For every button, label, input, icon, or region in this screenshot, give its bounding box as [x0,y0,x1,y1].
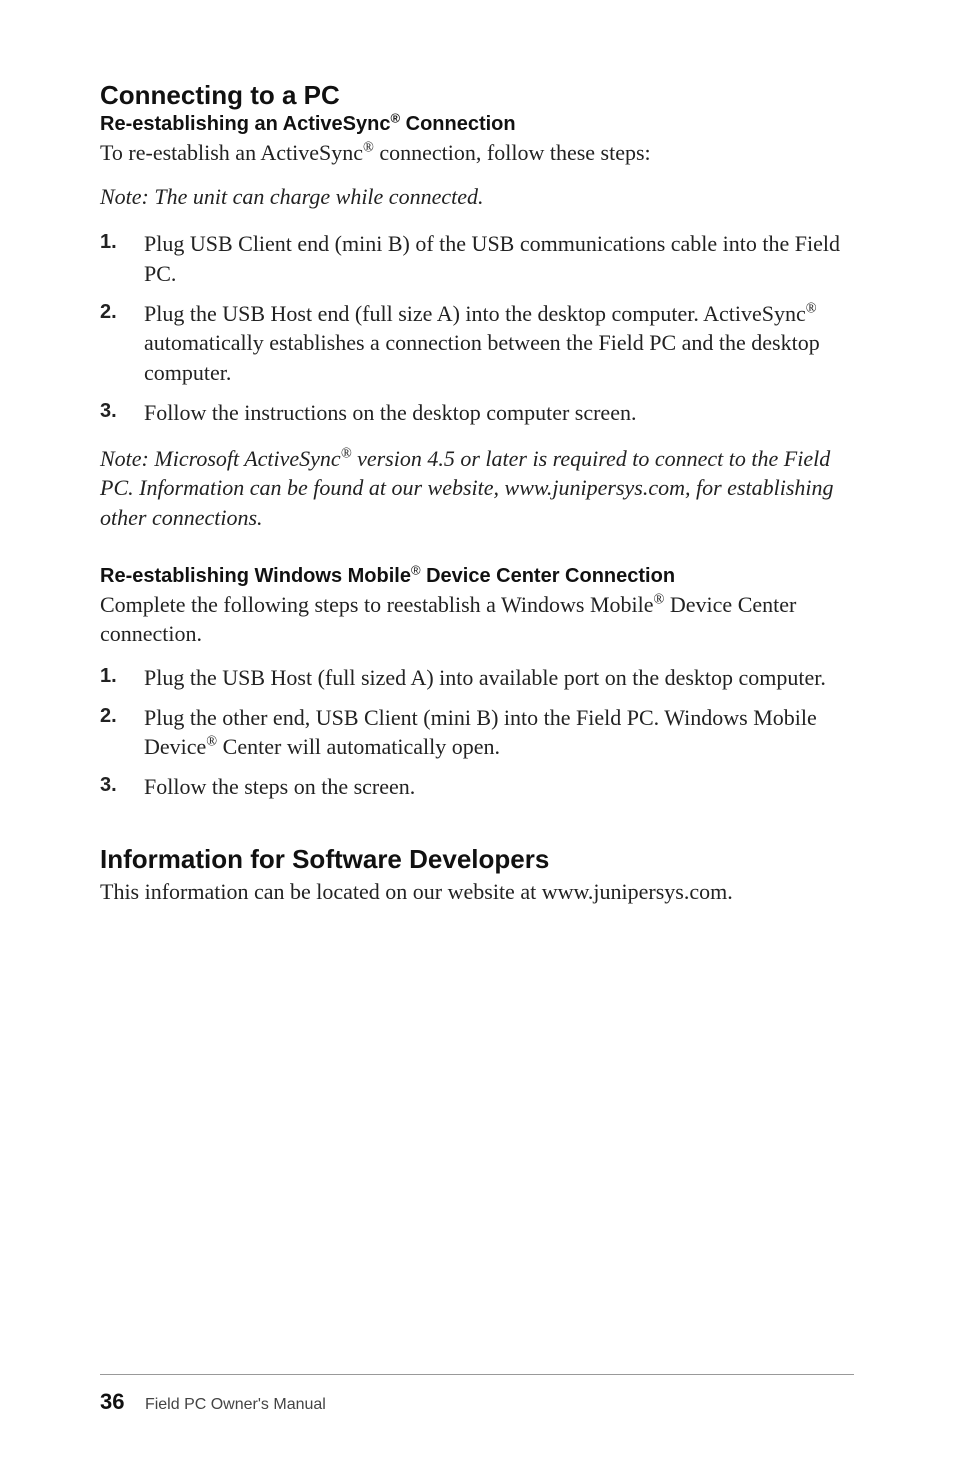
heading-connecting-to-pc: Connecting to a PC [100,80,854,111]
steps-windows-mobile: Plug the USB Host (full sized A) into av… [100,663,854,802]
reg-mark: ® [341,445,352,461]
step-text-post: automatically establishes a connection b… [144,330,820,385]
subheading-text-pre: Re-establishing Windows Mobile [100,565,411,587]
reg-mark: ® [206,734,217,750]
body-software-developers: This information can be located on our w… [100,877,854,907]
subheading-text-post: Connection [400,113,516,135]
subheading-windows-mobile: Re-establishing Windows Mobile® Device C… [100,565,854,588]
step-text-pre: Plug the USB Host end (full size A) into… [144,301,806,326]
list-item: Follow the steps on the screen. [100,772,854,802]
subheading-text-pre: Re-establishing an ActiveSync [100,113,390,135]
heading-software-developers: Information for Software Developers [100,844,854,875]
note-text-pre: Note: Microsoft ActiveSync [100,446,341,471]
intro-activesync: To re-establish an ActiveSync® connectio… [100,138,854,168]
subheading-activesync: Re-establishing an ActiveSync® Connectio… [100,113,854,136]
note-charge-while-connected: Note: The unit can charge while connecte… [100,182,854,212]
intro-text-pre: Complete the following steps to reestabl… [100,592,654,617]
intro-text-pre: To re-establish an ActiveSync [100,140,363,165]
page-container: Connecting to a PC Re-establishing an Ac… [0,0,954,1475]
step-text-post: Center will automatically open. [217,734,500,759]
list-item: Plug USB Client end (mini B) of the USB … [100,229,854,288]
manual-title: Field PC Owner's Manual [145,1396,326,1413]
page-number: 36 [100,1389,124,1414]
list-item: Plug the USB Host (full sized A) into av… [100,663,854,693]
reg-mark: ® [363,140,374,156]
reg-mark: ® [411,565,421,587]
reg-mark: ® [390,110,400,125]
reg-mark: ® [654,591,665,607]
list-item: Plug the other end, USB Client (mini B) … [100,703,854,762]
steps-activesync: Plug USB Client end (mini B) of the USB … [100,229,854,427]
note-activesync-version: Note: Microsoft ActiveSync® version 4.5 … [100,444,854,533]
list-item: Plug the USB Host end (full size A) into… [100,299,854,388]
subheading-text-post: Device Center Connection [421,565,676,587]
reg-mark: ® [806,300,817,316]
page-footer: 36 Field PC Owner's Manual [100,1374,854,1415]
intro-windows-mobile: Complete the following steps to reestabl… [100,590,854,649]
reg-sup: ® [411,562,421,577]
list-item: Follow the instructions on the desktop c… [100,398,854,428]
intro-text-post: connection, follow these steps: [374,140,651,165]
